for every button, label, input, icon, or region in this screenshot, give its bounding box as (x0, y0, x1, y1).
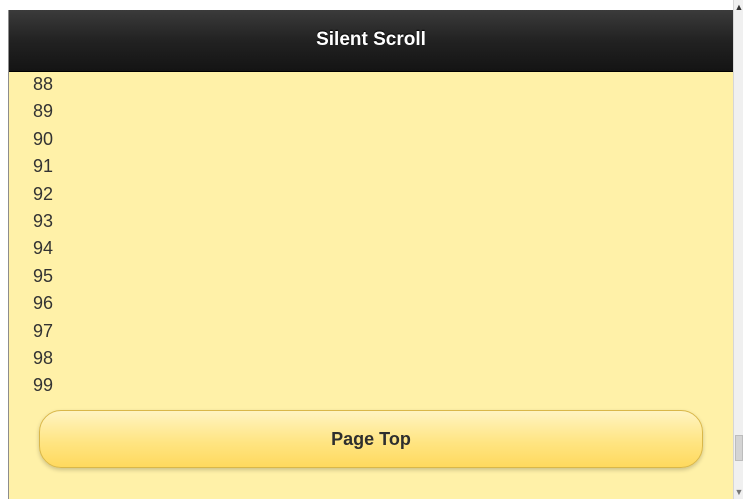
list-item: 94 (33, 238, 54, 259)
list-item: 97 (33, 320, 54, 341)
vertical-scrollbar[interactable]: ▲ ▼ (733, 0, 743, 499)
page-title: Silent Scroll (316, 29, 426, 50)
list-item: 96 (33, 293, 54, 314)
list-item: 88 (33, 74, 54, 94)
list-item: 93 (33, 211, 54, 232)
list-item: 90 (33, 128, 54, 149)
list-item: 91 (33, 156, 54, 177)
list-item: 95 (33, 265, 54, 286)
list-item: 98 (33, 348, 54, 369)
app-frame: Silent Scroll 88 89 90 91 92 93 94 95 96… (0, 0, 743, 499)
page-top-button[interactable]: Page Top (39, 410, 703, 468)
list-item: 99 (33, 375, 54, 396)
number-list: 88 89 90 91 92 93 94 95 96 97 98 99 (33, 71, 53, 400)
page-top-button-label: Page Top (331, 429, 411, 449)
list-item: 89 (33, 101, 54, 122)
list-item: 92 (33, 183, 54, 204)
header-bar: Silent Scroll (9, 10, 733, 72)
scroll-down-arrow-icon[interactable]: ▼ (734, 485, 743, 499)
page-content: Silent Scroll 88 89 90 91 92 93 94 95 96… (8, 10, 733, 499)
scroll-up-arrow-icon[interactable]: ▲ (734, 0, 743, 14)
scrollbar-thumb[interactable] (735, 435, 743, 461)
